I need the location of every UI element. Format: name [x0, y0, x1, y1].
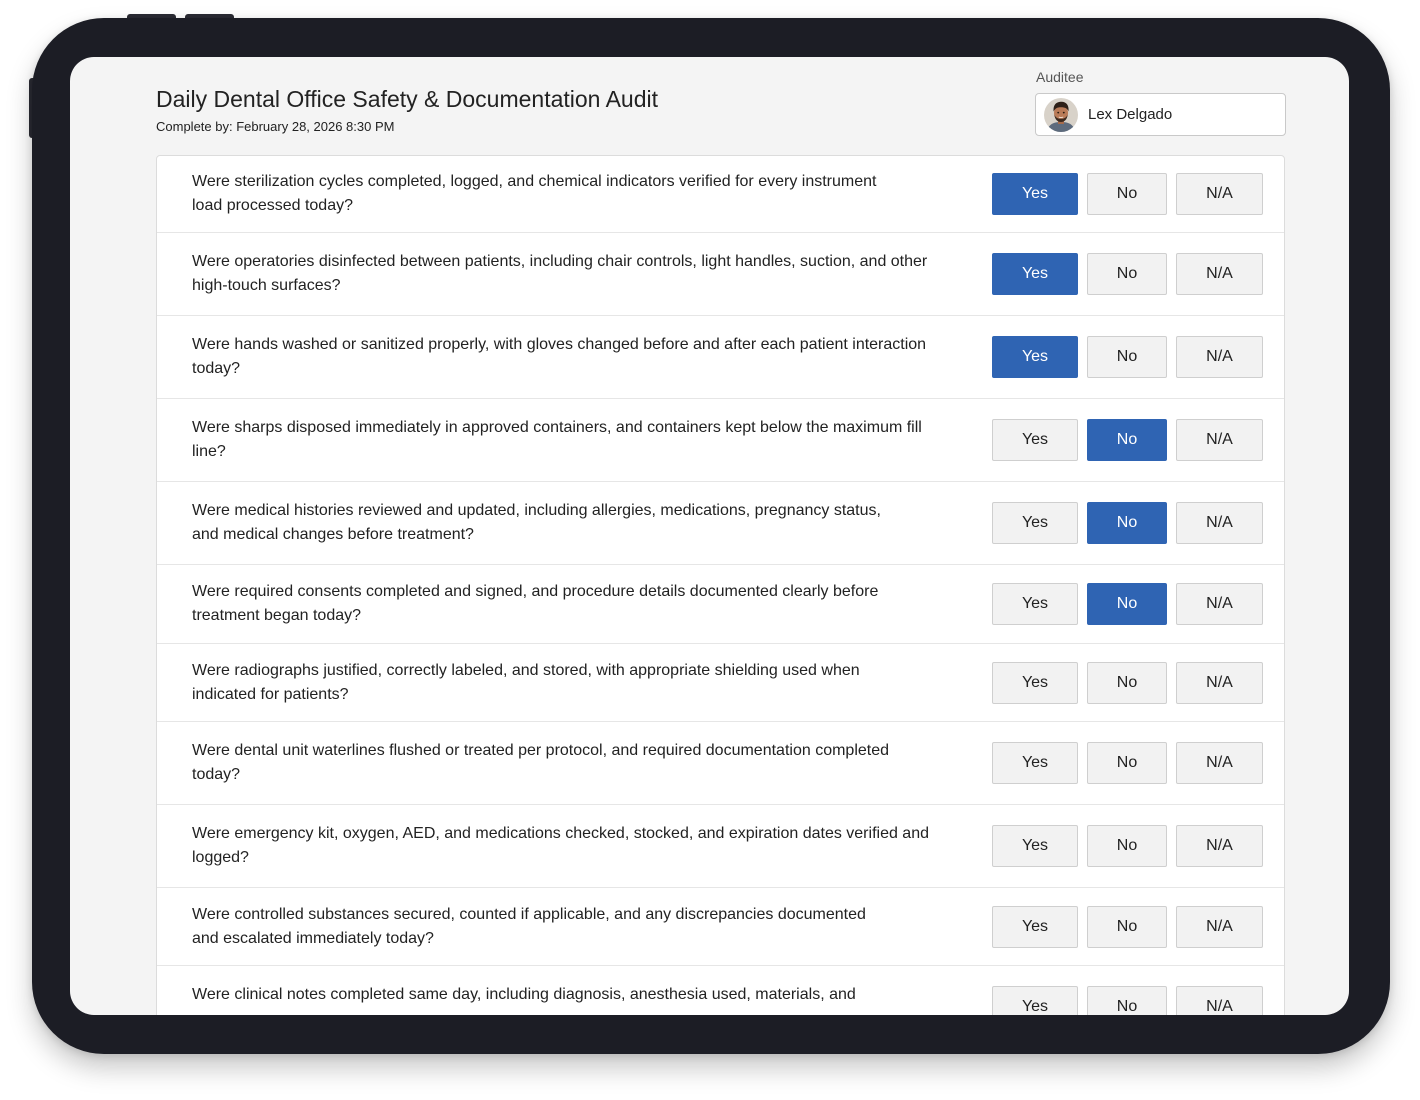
answer-na-button[interactable]: N/A	[1176, 986, 1263, 1015]
answer-no-button[interactable]: No	[1087, 173, 1167, 215]
question-row: Were dental unit waterlines flushed or t…	[157, 722, 1284, 805]
answer-yes-button[interactable]: Yes	[992, 336, 1078, 378]
auditee-selector[interactable]: Lex Delgado	[1035, 93, 1286, 136]
answer-yes-button[interactable]: Yes	[992, 661, 1078, 704]
answer-options: Yes No N/A	[992, 583, 1263, 625]
answer-options: Yes No N/A	[992, 986, 1263, 1015]
answer-no-button[interactable]: No	[1087, 419, 1167, 461]
answer-na-button[interactable]: N/A	[1176, 253, 1263, 295]
answer-yes-button[interactable]: Yes	[992, 253, 1078, 295]
question-row: Were emergency kit, oxygen, AED, and med…	[157, 805, 1284, 888]
due-date-text: Complete by: February 28, 2026 8:30 PM	[156, 119, 395, 134]
answer-na-button[interactable]: N/A	[1176, 825, 1263, 867]
question-text: Were medical histories reviewed and upda…	[192, 502, 881, 543]
answer-options: Yes No N/A	[992, 825, 1263, 867]
answer-no-button[interactable]: No	[1087, 583, 1167, 625]
answer-yes-button[interactable]: Yes	[992, 583, 1078, 625]
answer-options: Yes No N/A	[992, 905, 1263, 948]
question-row: Were clinical notes completed same day, …	[157, 966, 1284, 1015]
question-row: Were hands washed or sanitized properly,…	[157, 316, 1284, 399]
page-title: Daily Dental Office Safety & Documentati…	[156, 86, 659, 112]
answer-na-button[interactable]: N/A	[1176, 742, 1263, 784]
question-row: Were medical histories reviewed and upda…	[157, 482, 1284, 565]
question-text: Were required consents completed and sig…	[192, 583, 879, 624]
answer-options: Yes No N/A	[992, 502, 1263, 544]
question-text: Were dental unit waterlines flushed or t…	[192, 742, 890, 783]
answer-na-button[interactable]: N/A	[1176, 583, 1263, 625]
question-row: Were operatories disinfected between pat…	[157, 233, 1284, 316]
question-row: Were radiographs justified, correctly la…	[157, 644, 1284, 722]
question-row: Were sharps disposed immediately in appr…	[157, 399, 1284, 482]
answer-na-button[interactable]: N/A	[1176, 661, 1263, 704]
question-text: Were clinical notes completed same day, …	[192, 986, 856, 1003]
answer-no-button[interactable]: No	[1087, 502, 1167, 544]
answer-options: Yes No N/A	[992, 661, 1263, 704]
answer-options: Yes No N/A	[992, 336, 1263, 378]
question-text: Were controlled substances secured, coun…	[192, 905, 866, 947]
question-text: Were hands washed or sanitized properly,…	[192, 336, 927, 377]
answer-no-button[interactable]: No	[1087, 253, 1167, 295]
question-row: Were sterilization cycles completed, log…	[157, 156, 1284, 233]
user-avatar-icon	[1044, 97, 1078, 132]
tablet-screen: Daily Dental Office Safety & Documentati…	[70, 57, 1349, 1015]
answer-options: Yes No N/A	[992, 742, 1263, 784]
question-text: Were operatories disinfected between pat…	[192, 253, 928, 294]
question-text: Were sharps disposed immediately in appr…	[192, 419, 922, 460]
answer-options: Yes No N/A	[992, 253, 1263, 295]
question-text: Were radiographs justified, correctly la…	[192, 661, 860, 703]
answer-yes-button[interactable]: Yes	[992, 419, 1078, 461]
answer-yes-button[interactable]: Yes	[992, 905, 1078, 948]
answer-yes-button[interactable]: Yes	[992, 173, 1078, 215]
answer-na-button[interactable]: N/A	[1176, 336, 1263, 378]
answer-na-button[interactable]: N/A	[1176, 905, 1263, 948]
answer-no-button[interactable]: No	[1087, 336, 1167, 378]
tablet-frame: Daily Dental Office Safety & Documentati…	[32, 18, 1390, 1054]
answer-no-button[interactable]: No	[1087, 986, 1167, 1015]
auditee-label: Auditee	[1036, 69, 1084, 85]
question-row: Were required consents completed and sig…	[157, 565, 1284, 644]
answer-no-button[interactable]: No	[1087, 742, 1167, 784]
answer-na-button[interactable]: N/A	[1176, 502, 1263, 544]
question-row: Were controlled substances secured, coun…	[157, 888, 1284, 966]
answer-yes-button[interactable]: Yes	[992, 502, 1078, 544]
audit-question-list: Were sterilization cycles completed, log…	[156, 155, 1285, 1015]
answer-no-button[interactable]: No	[1087, 825, 1167, 867]
answer-na-button[interactable]: N/A	[1176, 173, 1263, 215]
answer-no-button[interactable]: No	[1087, 661, 1167, 704]
question-text: Were emergency kit, oxygen, AED, and med…	[192, 825, 929, 866]
answer-yes-button[interactable]: Yes	[992, 742, 1078, 784]
answer-options: Yes No N/A	[992, 173, 1263, 215]
answer-na-button[interactable]: N/A	[1176, 419, 1263, 461]
question-text: Were sterilization cycles completed, log…	[192, 173, 877, 214]
auditee-name: Lex Delgado	[1088, 105, 1173, 123]
answer-yes-button[interactable]: Yes	[992, 986, 1078, 1015]
answer-options: Yes No N/A	[992, 419, 1263, 461]
answer-yes-button[interactable]: Yes	[992, 825, 1078, 867]
answer-no-button[interactable]: No	[1087, 905, 1167, 948]
